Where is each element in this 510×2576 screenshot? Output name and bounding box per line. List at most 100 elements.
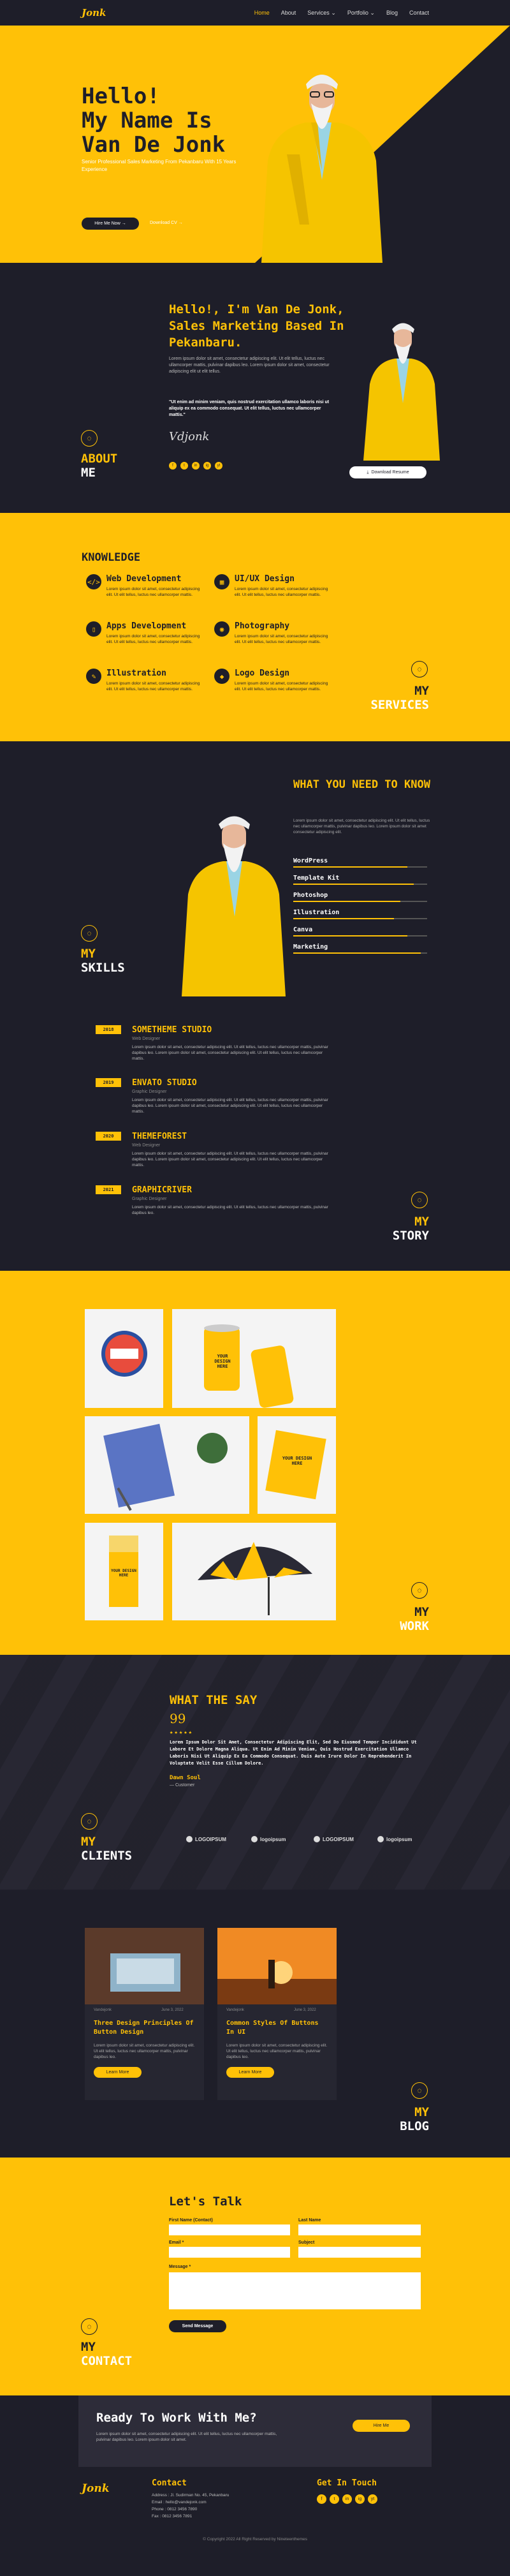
service-desc: Lorem ipsum dolor sit amet, consectetur … <box>106 634 200 644</box>
menu-blog[interactable]: Blog <box>386 10 398 17</box>
footer-email[interactable]: Email : hello@vandejonk.com <box>152 2499 229 2506</box>
skill-fill <box>293 935 407 936</box>
twitter-icon[interactable]: t <box>330 2494 339 2504</box>
send-message-button[interactable]: Send Message <box>169 2320 226 2332</box>
story-section: 2018 SOMETHEME STUDIO Web Designer Lorem… <box>0 996 510 1271</box>
services-section: KNOWLEDGE </> Web Development Lorem ipsu… <box>0 513 510 741</box>
logo-mark-icon <box>377 1836 384 1842</box>
last-name-field[interactable] <box>298 2224 421 2235</box>
timeline-desc: Lorem ipsum dolor sit amet, consectetur … <box>132 1151 328 1167</box>
contact-label-line2: CONTACT <box>81 2354 133 2368</box>
user-icon: ◌ <box>81 430 98 447</box>
blog-author[interactable]: Vandejonk <box>226 2008 244 2012</box>
hire-me-label: Hire Me Now <box>94 221 120 226</box>
menu-about[interactable]: About <box>281 10 296 17</box>
story-label: MY STORY <box>365 1215 429 1243</box>
umbrella-mockup[interactable] <box>172 1523 336 1620</box>
learn-more-button[interactable]: Learn More <box>94 2067 142 2078</box>
service-desc: Lorem ipsum dolor sit amet, consectetur … <box>235 634 328 644</box>
email-label: Email * <box>169 2240 184 2245</box>
notebook-image <box>103 1423 228 1511</box>
message-label: Message * <box>169 2265 191 2269</box>
contact-section: Let's Talk First Name (Contact) Last Nam… <box>0 2158 510 2395</box>
skills-desc: Lorem ipsum dolor sit amet, consectetur … <box>293 818 430 834</box>
menu-portfolio-label: Portfolio <box>347 9 368 16</box>
hire-me-cta-button[interactable]: Hire Me <box>353 2420 410 2432</box>
linkedin-icon[interactable]: in <box>342 2494 352 2504</box>
can-mockup[interactable]: YOUR DESIGN HERE <box>172 1309 336 1408</box>
mobile-icon: ▯ <box>86 621 101 637</box>
about-socials: f t in ig yt <box>169 462 222 470</box>
first-name-field[interactable] <box>169 2224 290 2235</box>
umbrella-image <box>198 1542 312 1615</box>
skills-icon: ◌ <box>81 925 98 942</box>
skills-label-line2: SKILLS <box>81 961 125 975</box>
skill-row: Illustration <box>293 907 427 923</box>
email-field[interactable] <box>169 2247 290 2258</box>
hero-title-line2: My Name Is <box>82 108 212 133</box>
blog-image-laptop[interactable] <box>85 1928 204 2004</box>
blog-date: June 3, 2022 <box>294 2008 316 2012</box>
service-title: Illustration <box>106 669 166 678</box>
timeline-company: ENVATO STUDIO <box>132 1078 197 1088</box>
footer-logo[interactable]: Jonk <box>82 2482 110 2495</box>
youtube-icon[interactable]: yt <box>215 462 222 470</box>
blog-label: MY BLOG <box>365 2105 429 2133</box>
client-logo: LOGOIPSUM <box>186 1836 226 1842</box>
menu-services[interactable]: Services ⌄ <box>307 10 336 17</box>
menu-contact[interactable]: Contact <box>409 10 429 17</box>
clients-icon: ◌ <box>81 1813 98 1830</box>
learn-more-button[interactable]: Learn More <box>226 2067 274 2078</box>
menu-services-label: Services <box>307 9 330 16</box>
menu-home[interactable]: Home <box>254 10 270 17</box>
message-field[interactable] <box>169 2272 421 2309</box>
chevron-down-icon: ⌄ <box>331 9 336 16</box>
facebook-icon[interactable]: f <box>317 2494 326 2504</box>
download-resume-button[interactable]: ⤓ Download Resume <box>349 466 426 478</box>
bottle-cap-mockup[interactable] <box>85 1309 163 1408</box>
menu-portfolio[interactable]: Portfolio ⌄ <box>347 10 375 17</box>
yellow-card-mockup[interactable]: YOUR DESIGN HERE <box>258 1416 336 1514</box>
linkedin-icon[interactable]: in <box>192 462 200 470</box>
blog-image-sunset[interactable] <box>217 1928 337 2004</box>
box-mockup[interactable]: YOUR DESIGN HERE <box>85 1523 163 1620</box>
blog-author[interactable]: Vandejonk <box>94 2008 112 2012</box>
skill-fill <box>293 884 414 885</box>
notebook-mockup[interactable] <box>85 1416 249 1514</box>
skill-name: WordPress <box>293 857 328 864</box>
hire-me-button[interactable]: Hire Me Now → <box>82 218 139 230</box>
site-logo[interactable]: Jonk <box>82 7 106 19</box>
hero-subtitle: Senior Professional Sales Marketing From… <box>82 159 237 172</box>
cta-title: Ready To Work With Me? <box>96 2411 257 2425</box>
services-icon: ◌ <box>411 661 428 677</box>
timeline-company: THEMEFOREST <box>132 1132 187 1141</box>
footer-touch: Get In Touch f t in ig yt <box>317 2478 377 2504</box>
blog-label-line1: MY <box>414 2105 429 2119</box>
subject-field[interactable] <box>298 2247 421 2258</box>
youtube-icon[interactable]: yt <box>368 2494 377 2504</box>
instagram-icon[interactable]: ig <box>355 2494 365 2504</box>
timeline-company: GRAPHICRIVER <box>132 1185 192 1195</box>
laptop-photo <box>85 1928 204 2004</box>
copyright: © Copyright 2022 All Right Reserved by N… <box>203 2537 307 2542</box>
cta-banner: Ready To Work With Me? Lorem ipsum dolor… <box>78 2395 432 2467</box>
subject-label: Subject <box>298 2240 315 2245</box>
rating-stars: ★★★★★ <box>170 1729 194 1736</box>
client-logo-text: LOGOIPSUM <box>323 1836 354 1842</box>
contact-icon: ◌ <box>81 2318 98 2335</box>
arrow-right-icon: → <box>121 221 126 226</box>
work-section: YOUR DESIGN HERE YOUR DESIGN HERE YOUR D… <box>0 1271 510 1655</box>
footer-touch-title: Get In Touch <box>317 2478 377 2488</box>
blog-card: Vandejonk June 3, 2022 Three Design Prin… <box>85 1928 204 2100</box>
contact-label: MY CONTACT <box>81 2340 132 2368</box>
instagram-icon[interactable]: ig <box>203 462 211 470</box>
blog-title[interactable]: Common Styles Of Buttons In UI <box>226 2019 328 2037</box>
story-label-line1: MY <box>414 1215 429 1229</box>
about-label-line1: ABOUT <box>81 452 118 466</box>
blog-title[interactable]: Three Design Principles Of Button Design <box>94 2019 196 2037</box>
facebook-icon[interactable]: f <box>169 462 177 470</box>
logo-mark-icon <box>314 1836 320 1842</box>
twitter-icon[interactable]: t <box>180 462 188 470</box>
skills-label-line1: MY <box>81 947 96 961</box>
download-cv-link[interactable]: Download CV → <box>150 221 183 225</box>
